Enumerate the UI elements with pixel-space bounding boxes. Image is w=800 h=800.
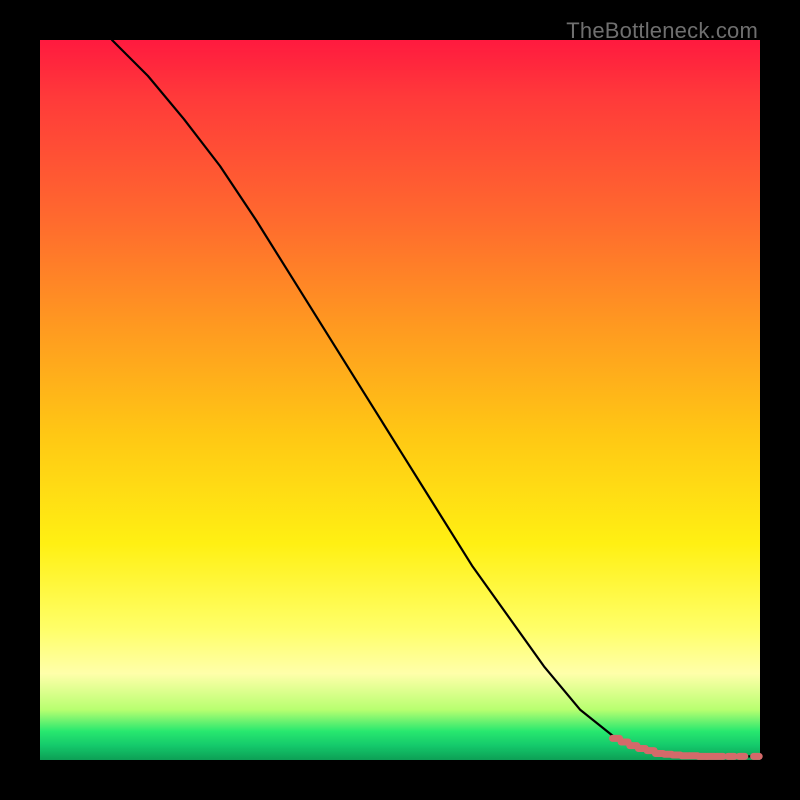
chart-overlay-svg xyxy=(40,40,760,760)
data-markers xyxy=(613,738,760,756)
bottleneck-curve xyxy=(112,40,760,756)
chart-frame: TheBottleneck.com xyxy=(0,0,800,800)
watermark-text: TheBottleneck.com xyxy=(566,18,758,44)
